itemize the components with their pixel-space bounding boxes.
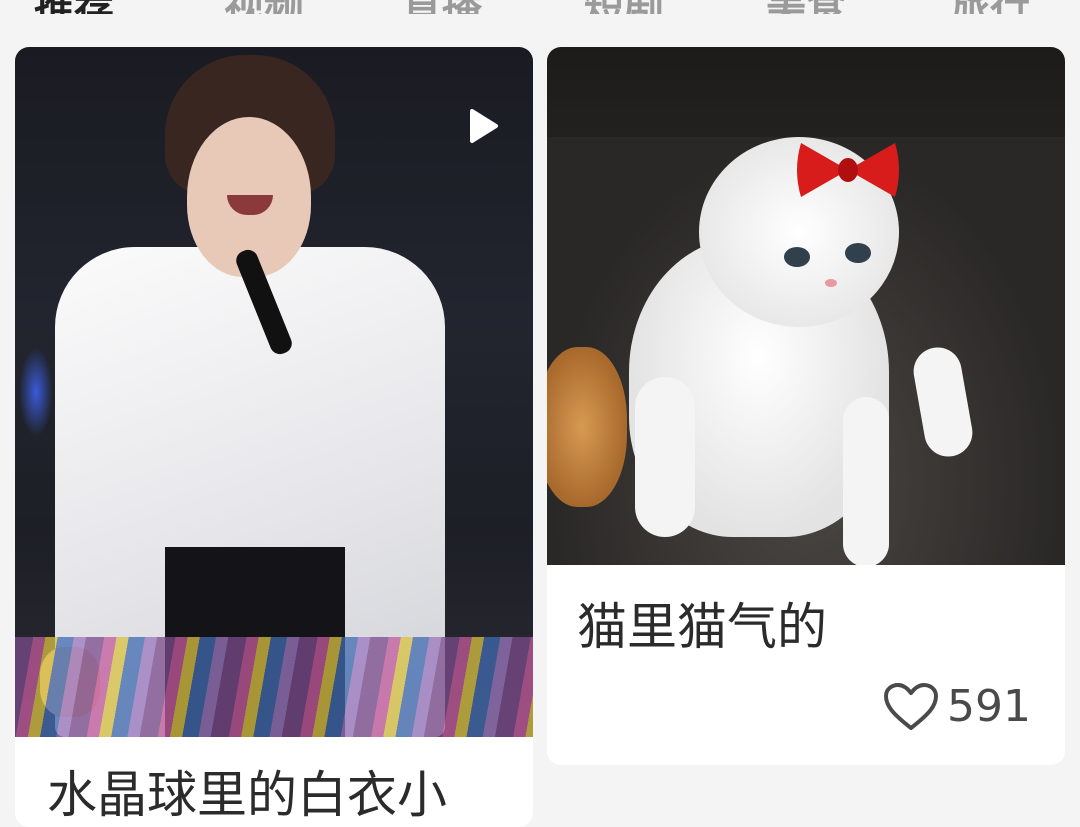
feed-card-video[interactable]: 水晶球里的白衣小 (15, 47, 533, 827)
top-tab-bar: 推荐 视频 直播 短剧 美食 旅行 (0, 0, 1080, 14)
tab-drama[interactable]: 短剧 (584, 0, 664, 14)
kitten-eye (784, 247, 810, 267)
play-icon[interactable] (448, 94, 512, 158)
stage-floor (15, 637, 533, 737)
video-cover-image[interactable] (15, 47, 533, 737)
tab-recommend[interactable]: 推荐 (34, 0, 114, 14)
kitten-eye (845, 243, 871, 263)
stage-light (19, 347, 53, 437)
kitten-leg (843, 397, 889, 565)
heart-outline-icon[interactable] (883, 682, 939, 732)
kitten-cover-image[interactable] (547, 47, 1065, 565)
kitten-leg (635, 377, 695, 537)
orange-kitten (547, 347, 627, 507)
card-title[interactable]: 水晶球里的白衣小 (47, 755, 447, 827)
card-title[interactable]: 猫里猫气的 (577, 587, 827, 659)
tab-live[interactable]: 直播 (402, 0, 482, 14)
red-bow-icon (793, 135, 903, 209)
tab-food[interactable]: 美食 (766, 0, 846, 14)
feed-card-image[interactable]: 猫里猫气的 591 (547, 47, 1065, 765)
like-button[interactable]: 591 (883, 681, 1031, 732)
tab-video[interactable]: 视频 (224, 0, 304, 14)
tab-travel[interactable]: 旅行 (950, 0, 1030, 14)
like-count: 591 (947, 681, 1031, 732)
kitten-nose (825, 279, 837, 287)
